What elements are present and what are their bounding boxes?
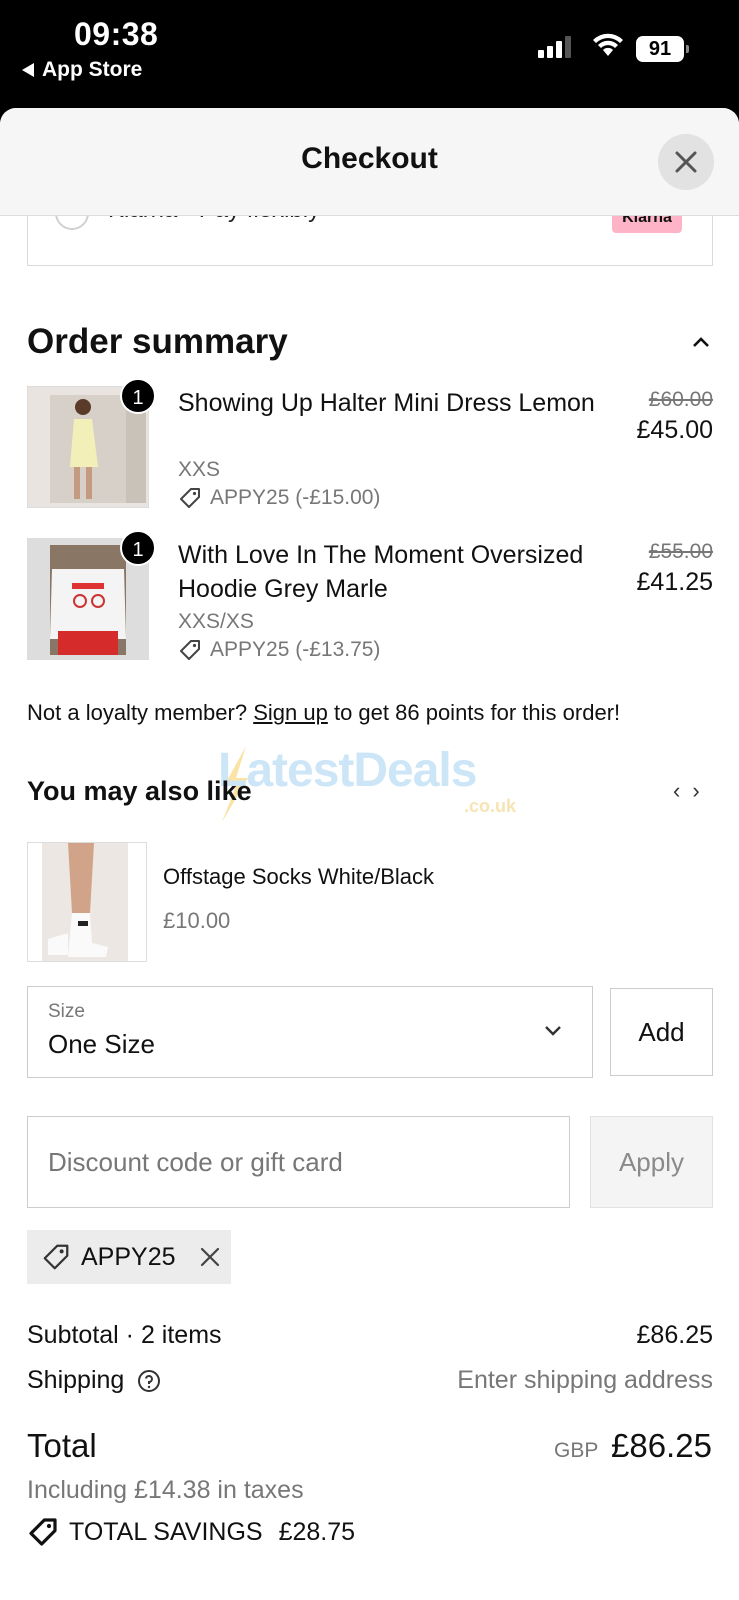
loyalty-prefix: Not a loyalty member? (27, 700, 248, 725)
quantity-badge: 1 (120, 378, 156, 414)
total-label: Total (27, 1427, 97, 1464)
carousel-nav: ‹› (673, 778, 712, 804)
total-savings-label: TOTAL SAVINGS (69, 1517, 263, 1546)
signal-icon (538, 36, 571, 58)
subtotal-row: Subtotal · 2 items £86.25 (27, 1321, 713, 1350)
item-discount-label: APPY25 (-£13.75) (210, 638, 381, 661)
shipping-row: Shipping Enter shipping address (27, 1366, 713, 1395)
wifi-icon (593, 33, 623, 56)
size-value: One Size (48, 1029, 155, 1059)
item-variant: XXS (178, 458, 221, 481)
sign-up-link[interactable]: Sign up (253, 700, 328, 725)
carousel-next-button[interactable]: › (692, 778, 711, 803)
back-app-label: App Store (42, 58, 143, 81)
discount-code-input[interactable]: Discount code or gift card (27, 1116, 570, 1208)
order-item: 1 Showing Up Halter Mini Dress Lemon XXS… (27, 378, 713, 516)
item-discount-label: APPY25 (-£15.00) (210, 486, 381, 509)
tag-icon (180, 640, 200, 660)
sheet-header: Checkout (0, 108, 739, 216)
item-price: £41.25 (636, 568, 713, 596)
carousel-prev-button[interactable]: ‹ (673, 778, 692, 803)
battery-icon: 91 (636, 36, 689, 62)
tag-icon (43, 1244, 69, 1270)
quantity-badge: 1 (120, 530, 156, 566)
item-original-price: £60.00 (648, 388, 713, 411)
order-item: 1 With Love In The Moment Oversized Hood… (27, 530, 713, 668)
help-icon[interactable] (137, 1369, 161, 1393)
watermark-logo: LatestDeals (218, 744, 477, 797)
applied-code: APPY25 (81, 1242, 176, 1271)
item-discount: APPY25 (-£15.00) (178, 486, 380, 510)
subtotal-label: Subtotal · 2 items (27, 1321, 222, 1349)
chevron-down-icon (545, 1026, 561, 1036)
close-icon (675, 151, 697, 173)
remove-code-icon[interactable] (200, 1247, 220, 1267)
close-button[interactable] (658, 134, 714, 190)
tag-icon (29, 1518, 57, 1546)
recommended-product-image[interactable] (27, 842, 147, 962)
size-select[interactable]: Size One Size (27, 986, 593, 1078)
total-currency: GBP (554, 1439, 599, 1462)
you-may-also-like-title: You may also like (27, 776, 252, 806)
item-variant: XXS/XS (178, 610, 254, 633)
back-arrow-icon (22, 63, 34, 77)
total-savings-value: £28.75 (278, 1517, 356, 1546)
checkout-sheet: Checkout Klarna - Pay flexibly Klarna Or… (0, 108, 739, 1600)
page-title: Checkout (301, 142, 438, 175)
apply-button[interactable]: Apply (590, 1116, 713, 1208)
recommended-product-price: £10.00 (163, 908, 231, 933)
taxes-note: Including £14.38 in taxes (27, 1476, 304, 1504)
loyalty-message: Not a loyalty member? Sign up to get 86 … (27, 700, 620, 726)
total-savings: TOTAL SAVINGS £28.75 (27, 1516, 355, 1548)
add-button[interactable]: Add (610, 988, 713, 1076)
item-price: £45.00 (636, 416, 713, 444)
order-summary-title: Order summary (27, 322, 288, 361)
recommended-product-name[interactable]: Offstage Socks White/Black (163, 864, 434, 890)
size-label: Size (48, 1001, 85, 1022)
total-value: £86.25 (611, 1427, 712, 1464)
back-to-app-store[interactable]: App Store (22, 58, 142, 82)
item-name: Showing Up Halter Mini Dress Lemon (178, 389, 595, 417)
applied-discount-chip: APPY25 (27, 1230, 231, 1284)
chevron-up-icon[interactable] (692, 336, 710, 348)
item-original-price: £55.00 (648, 540, 713, 563)
tag-icon (180, 488, 200, 508)
subtotal-value: £86.25 (636, 1321, 713, 1349)
shipping-label: Shipping (27, 1366, 125, 1394)
status-bar: 09:38 App Store 91 (0, 0, 739, 108)
status-time: 09:38 (74, 16, 159, 52)
item-discount: APPY25 (-£13.75) (178, 638, 380, 662)
loyalty-suffix: to get 86 points for this order! (333, 700, 621, 725)
shipping-value: Enter shipping address (457, 1366, 713, 1394)
watermark-domain: .co.uk (464, 796, 517, 816)
item-name: With Love In The Moment Oversized Hoodie… (178, 541, 584, 603)
